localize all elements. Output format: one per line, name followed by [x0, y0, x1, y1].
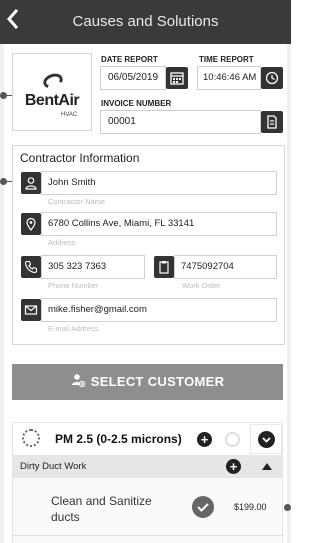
clock-button[interactable] [261, 67, 283, 89]
contractor-name-field[interactable]: John Smith [41, 171, 277, 195]
invoice-button[interactable] [261, 111, 283, 133]
right-edge [287, 44, 291, 543]
company-logo: BentAir HVAC [12, 53, 92, 131]
pm-add-button[interactable]: + [197, 432, 212, 447]
clock-icon [265, 71, 279, 85]
dirty-duct-add-button[interactable]: + [226, 459, 241, 474]
contractor-section-title: Contractor Information [20, 151, 140, 165]
work-order-hint: Work Order [182, 281, 221, 290]
phone-hint: Phone Number [48, 281, 99, 290]
select-customer-label: SELECT CUSTOMER [90, 374, 225, 389]
pm-section-title: PM 2.5 (0-2.5 microns) [55, 432, 182, 446]
time-label: TIME REPORT [199, 55, 254, 64]
item-price: $199.00 [234, 502, 267, 512]
top-bar: Causes and Solutions [0, 0, 291, 44]
annotation-dot-price [284, 504, 291, 511]
logo-sub: HVAC [61, 112, 78, 118]
date-field[interactable]: 06/05/2019 [100, 66, 166, 90]
page-title: Causes and Solutions [72, 13, 219, 30]
add-user-icon [71, 365, 85, 401]
calendar-button[interactable] [166, 67, 188, 89]
email-hint: E-mail Address [48, 324, 99, 333]
address-field[interactable]: 6780 Collins Ave, Miami, FL 33141 [41, 212, 277, 236]
work-order-icon [154, 256, 174, 278]
chevron-down-icon [258, 431, 275, 448]
item-name: Clean and Sanitize ducts [51, 494, 152, 524]
time-field[interactable]: 10:46:46 AM [197, 66, 261, 90]
phone-icon [21, 256, 41, 278]
logo-brand: BentAir [24, 92, 80, 109]
left-edge [0, 44, 4, 543]
phone-field[interactable]: 305 323 7363 [41, 255, 145, 279]
document-icon [267, 115, 277, 129]
calendar-icon [170, 72, 184, 85]
select-customer-button[interactable]: SELECT CUSTOMER [12, 364, 283, 400]
contractor-name-hint: Contractor Name [48, 197, 106, 206]
invoice-label: INVOICE NUMBER [101, 99, 172, 108]
location-pin-icon [21, 213, 41, 235]
item-divider [12, 535, 283, 536]
chevron-left-icon[interactable] [6, 8, 30, 36]
email-icon [21, 299, 41, 321]
invoice-field[interactable]: 00001 [100, 110, 261, 134]
person-icon [21, 172, 41, 194]
check-icon[interactable] [192, 496, 214, 518]
dirty-duct-title: Dirty Duct Work [20, 461, 87, 472]
triangle-up-icon[interactable] [262, 463, 272, 470]
date-label: DATE REPORT [101, 55, 158, 64]
address-hint: Address [48, 238, 76, 247]
pm-collapse-button[interactable] [250, 424, 282, 454]
work-order-field[interactable]: 7475092704 [174, 255, 277, 279]
loading-ring-icon [22, 429, 40, 447]
logo-swoosh-icon [41, 71, 65, 91]
email-field[interactable]: mike.fisher@gmail.com [41, 298, 277, 322]
pm-radio-empty[interactable] [225, 432, 240, 447]
